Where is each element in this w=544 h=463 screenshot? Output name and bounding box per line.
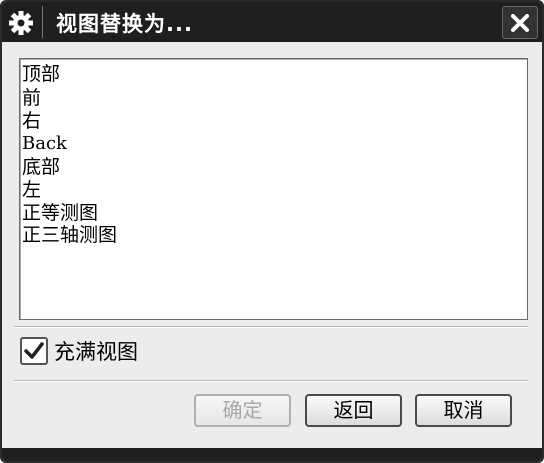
list-item[interactable]: 正等测图 bbox=[22, 201, 98, 225]
back-button[interactable]: 返回 bbox=[305, 394, 402, 427]
dialog-window: 视图替换为... 顶部 前 右 Back 底部 左 正等测图 正三轴测图 充满视… bbox=[0, 0, 544, 463]
list-item[interactable]: 底部 bbox=[22, 155, 60, 179]
list-item[interactable]: 左 bbox=[22, 178, 41, 202]
list-item[interactable]: 顶部 bbox=[22, 62, 60, 86]
gear-icon[interactable] bbox=[6, 8, 36, 38]
title-bar[interactable]: 视图替换为... bbox=[2, 2, 542, 42]
list-item[interactable]: 正三轴测图 bbox=[22, 223, 117, 247]
checkmark-icon bbox=[24, 342, 44, 359]
window-title: 视图替换为... bbox=[56, 12, 193, 36]
fill-view-label: 充满视图 bbox=[54, 340, 138, 364]
bottom-border bbox=[2, 448, 542, 461]
list-item[interactable]: 右 bbox=[22, 109, 41, 133]
fill-view-checkbox[interactable] bbox=[20, 337, 48, 365]
ok-button[interactable]: 确定 bbox=[194, 394, 291, 427]
close-button[interactable] bbox=[502, 6, 538, 39]
list-item[interactable]: Back bbox=[22, 132, 67, 156]
view-list[interactable]: 顶部 前 右 Back 底部 左 正等测图 正三轴测图 bbox=[19, 58, 528, 320]
close-icon bbox=[511, 14, 529, 32]
title-separator bbox=[42, 6, 43, 38]
list-item[interactable]: 前 bbox=[22, 86, 41, 110]
divider-highlight bbox=[14, 381, 528, 382]
cancel-button[interactable]: 取消 bbox=[415, 394, 512, 427]
divider-highlight bbox=[14, 327, 528, 328]
